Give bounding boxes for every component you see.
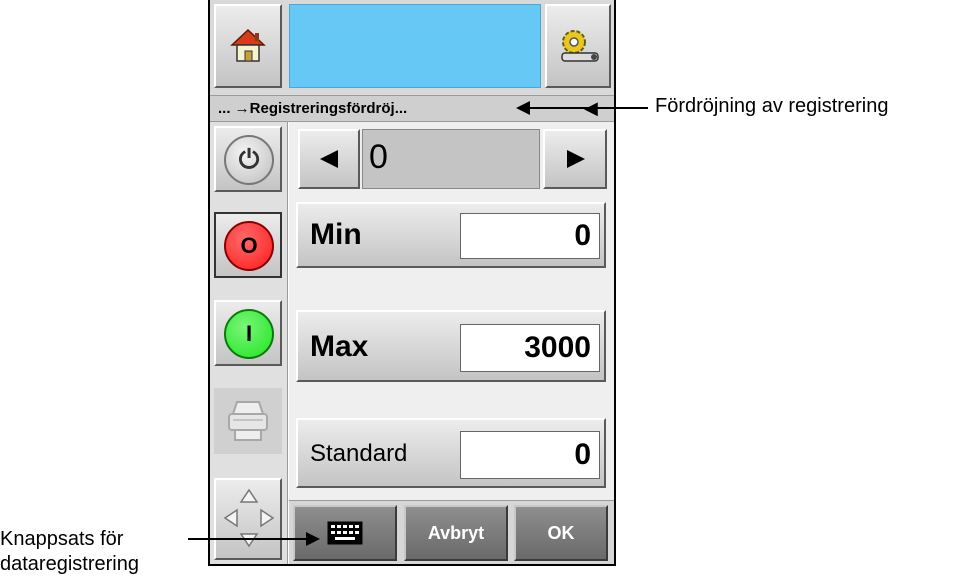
keyboard-icon [327,521,363,545]
callout-registration-delay: Fördröjning av registrering [655,95,889,117]
navigation-button[interactable] [214,478,282,560]
callout-arrowhead-top [516,101,530,115]
arrow-right-icon [567,150,585,168]
stepper-value: 0 [369,138,388,176]
arrow-left-icon [320,150,338,168]
standard-row[interactable]: Standard 0 [296,418,606,488]
breadcrumb: ... →Registreringsfördröj... ◀ [210,95,614,122]
settings-button[interactable] [545,4,611,88]
start-icon: I [224,309,274,359]
standard-value-field[interactable]: 0 [460,431,600,479]
max-row[interactable]: Max 3000 [296,310,606,382]
start-label: I [245,321,253,346]
cancel-button[interactable]: Avbryt [404,505,508,561]
print-button [214,388,282,454]
printer-icon [228,401,268,441]
min-row[interactable]: Min 0 [296,202,606,268]
min-value-field[interactable]: 0 [460,213,600,259]
max-value-field[interactable]: 3000 [460,324,600,372]
ok-button[interactable]: OK [514,505,608,561]
breadcrumb-text: ... →Registreringsfördröj... [218,100,408,117]
home-icon [230,28,266,62]
stepper-value-field[interactable]: 0 [362,129,540,189]
settings-gear-icon [561,30,599,62]
start-button[interactable]: I [214,300,282,366]
callout-line-bottom [188,538,308,540]
callout-keypad-line2: dataregistrering [0,553,139,575]
home-button[interactable] [214,4,282,88]
ok-label: OK [547,522,575,543]
breadcrumb-arrow-icon: ◀ [584,98,598,119]
power-icon: ⏻ [224,135,274,185]
stop-label: O [240,233,258,258]
standard-label: Standard [310,440,408,467]
callout-arrowhead-bottom [306,532,320,546]
power-button[interactable]: ⏻ [214,126,282,192]
increment-button[interactable] [543,129,607,189]
callout-keypad-line1: Knappsats för [0,528,124,550]
stop-icon: O [224,221,274,271]
min-label: Min [310,218,362,251]
status-display [289,4,541,88]
cancel-label: Avbryt [427,522,485,543]
callout-line-top [528,107,648,109]
stop-button[interactable]: O [214,212,282,278]
max-label: Max [310,330,369,363]
decrement-button[interactable] [298,129,360,189]
